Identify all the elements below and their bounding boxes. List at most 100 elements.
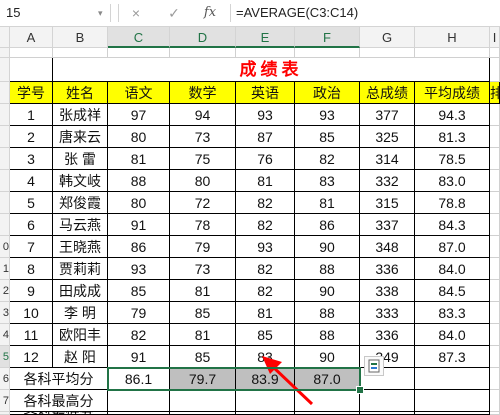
table-cell[interactable]: 7 (10, 236, 53, 258)
table-cell[interactable]: 张成祥 (53, 104, 108, 126)
row-header[interactable]: 6 (0, 368, 10, 390)
table-cell[interactable]: 张 雷 (53, 148, 108, 170)
table-cell[interactable]: 79 (108, 302, 170, 324)
max-label[interactable]: 各科最高分 (10, 390, 108, 412)
table-cell[interactable]: 88 (295, 302, 360, 324)
table-cell[interactable]: 90 (295, 236, 360, 258)
avg-label[interactable]: 各科平均分 (10, 368, 108, 390)
chevron-down-icon[interactable]: ▾ (98, 9, 104, 18)
table-cell[interactable]: 87.0 (415, 236, 490, 258)
cell[interactable] (360, 48, 415, 58)
enter-icon[interactable]: ✓ (160, 0, 188, 26)
table-cell[interactable]: 84.5 (415, 280, 490, 302)
table-cell[interactable]: 6 (10, 214, 53, 236)
table-cell[interactable]: 85 (108, 280, 170, 302)
row-header[interactable]: 1 (0, 258, 10, 280)
table-cell[interactable]: 88 (295, 324, 360, 346)
table-cell[interactable]: 82 (236, 258, 295, 280)
cell[interactable] (108, 48, 170, 58)
table-cell[interactable]: 76 (236, 148, 295, 170)
table-cell[interactable]: 2 (10, 126, 53, 148)
table-cell[interactable]: 314 (360, 148, 415, 170)
column-header-c[interactable]: C (108, 27, 170, 48)
row-header[interactable] (0, 104, 10, 126)
avg-value[interactable]: 87.0 (295, 368, 360, 390)
table-cell[interactable]: 9 (10, 280, 53, 302)
table-cell[interactable]: 325 (360, 126, 415, 148)
cell[interactable] (170, 390, 236, 412)
cell[interactable] (236, 390, 295, 412)
table-cell[interactable]: 94.3 (415, 104, 490, 126)
table-cell[interactable]: 338 (360, 280, 415, 302)
cell[interactable] (236, 48, 295, 58)
table-cell[interactable]: 12 (10, 346, 53, 368)
table-cell[interactable]: 85 (236, 324, 295, 346)
cell[interactable] (360, 390, 415, 412)
table-cell[interactable]: 84.3 (415, 214, 490, 236)
table-cell[interactable]: 81 (170, 324, 236, 346)
formula-input[interactable]: =AVERAGE(C3:C14) (236, 0, 358, 26)
table-cell[interactable]: 332 (360, 170, 415, 192)
avg-value[interactable]: 86.1 (108, 368, 170, 390)
table-cell[interactable]: 91 (108, 214, 170, 236)
cell[interactable] (108, 390, 170, 412)
cell[interactable] (490, 236, 500, 258)
table-cell[interactable]: 王晓燕 (53, 236, 108, 258)
table-cell[interactable]: 93 (108, 258, 170, 280)
table-cell[interactable]: 79 (170, 236, 236, 258)
table-cell[interactable]: 86 (108, 236, 170, 258)
table-header[interactable]: 平均成绩 (415, 82, 490, 104)
table-cell[interactable]: 81 (295, 192, 360, 214)
table-cell[interactable]: 韩文岐 (53, 170, 108, 192)
cell[interactable] (490, 258, 500, 280)
cell[interactable] (295, 48, 360, 58)
table-cell[interactable]: 8 (10, 258, 53, 280)
table-cell[interactable]: 85 (170, 302, 236, 324)
table-cell[interactable]: 315 (360, 192, 415, 214)
table-header[interactable]: 语文 (108, 82, 170, 104)
cell[interactable] (490, 192, 500, 214)
row-header[interactable]: 5 (0, 346, 10, 368)
table-cell[interactable]: 1 (10, 104, 53, 126)
table-cell[interactable]: 88 (295, 258, 360, 280)
table-cell[interactable]: 93 (295, 104, 360, 126)
sheet-title[interactable]: 成绩表 (53, 58, 490, 82)
row-header[interactable]: 0 (0, 236, 10, 258)
cell[interactable] (295, 390, 360, 412)
cell[interactable] (490, 214, 500, 236)
table-cell[interactable]: 75 (170, 148, 236, 170)
table-header[interactable]: 数学 (170, 82, 236, 104)
table-cell[interactable]: 78 (170, 214, 236, 236)
cell[interactable] (490, 148, 500, 170)
table-cell[interactable]: 81 (236, 302, 295, 324)
table-cell[interactable]: 80 (108, 126, 170, 148)
table-cell[interactable]: 88 (108, 170, 170, 192)
avg-value[interactable]: 83.9 (236, 368, 295, 390)
row-header[interactable]: 2 (0, 280, 10, 302)
table-cell[interactable]: 80 (108, 192, 170, 214)
select-all-corner[interactable] (0, 27, 10, 48)
cell[interactable] (415, 48, 490, 58)
insert-function-button[interactable]: fx (196, 0, 224, 26)
table-cell[interactable]: 336 (360, 324, 415, 346)
table-cell[interactable]: 81.3 (415, 126, 490, 148)
column-header-e[interactable]: E (236, 27, 295, 48)
table-cell[interactable]: 81 (170, 280, 236, 302)
table-cell[interactable]: 田成成 (53, 280, 108, 302)
table-cell[interactable]: 72 (170, 192, 236, 214)
table-cell[interactable]: 欧阳丰 (53, 324, 108, 346)
table-cell[interactable]: 83 (236, 346, 295, 368)
column-header-i[interactable]: I (490, 27, 500, 48)
cell[interactable] (490, 368, 500, 390)
table-cell[interactable]: 4 (10, 170, 53, 192)
table-cell[interactable]: 83 (295, 170, 360, 192)
row-header[interactable] (0, 214, 10, 236)
table-cell[interactable]: 82 (108, 324, 170, 346)
row-header[interactable]: 4 (0, 324, 10, 346)
table-cell[interactable]: 81 (236, 170, 295, 192)
table-cell[interactable]: 94 (170, 104, 236, 126)
table-cell[interactable]: 82 (236, 214, 295, 236)
avg-value[interactable]: 79.7 (170, 368, 236, 390)
table-cell[interactable]: 97 (108, 104, 170, 126)
table-cell[interactable]: 336 (360, 258, 415, 280)
